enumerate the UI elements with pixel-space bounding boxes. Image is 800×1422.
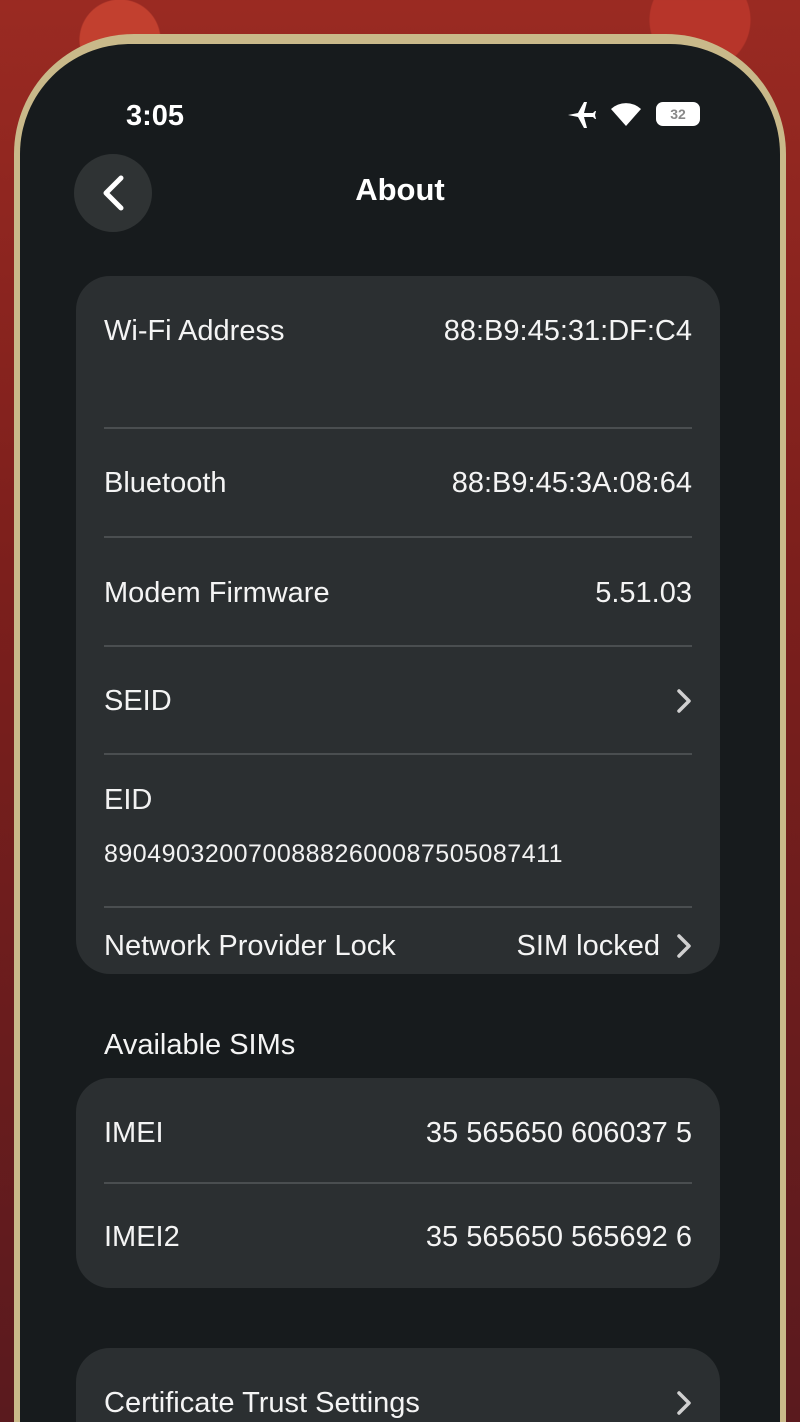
certificate-card: Certificate Trust Settings [76, 1348, 720, 1422]
status-time: 3:05 [126, 100, 185, 132]
page-title: About [355, 172, 445, 207]
row-label: Wi-Fi Address [104, 314, 285, 347]
chevron-right-icon [677, 689, 691, 713]
row-value: 88:B9:45:31:DF:C4 [443, 314, 692, 347]
divider [104, 1182, 692, 1184]
row-value: SIM locked [517, 930, 692, 963]
wifi-icon [611, 103, 641, 126]
row-label: IMEI [104, 1116, 164, 1149]
divider [104, 906, 692, 908]
row-value: 35 565650 565692 6 [425, 1220, 692, 1253]
chevron-right-icon [677, 1391, 691, 1415]
divider [104, 536, 692, 538]
available-sims-header: Available SIMs [104, 1029, 296, 1061]
seid-row[interactable]: SEID [104, 676, 692, 726]
about-info-card: Wi-Fi Address 88:B9:45:31:DF:C4 Bluetoot… [76, 276, 720, 974]
wifi-address-row: Wi-Fi Address 88:B9:45:31:DF:C4 [104, 306, 692, 356]
row-label: Bluetooth [104, 466, 227, 499]
status-bar: 3:05 32 [20, 44, 780, 132]
row-label: SEID [104, 684, 172, 717]
certificate-trust-settings-row[interactable]: Certificate Trust Settings [104, 1378, 692, 1422]
imei2-row: IMEI2 35 565650 565692 6 [104, 1212, 692, 1262]
divider [104, 753, 692, 755]
settings-screen: 3:05 32 About Wi-Fi Address 88:B9:45:31:… [20, 44, 780, 1422]
divider [104, 645, 692, 647]
row-value: 88:B9:45:3A:08:64 [451, 466, 692, 499]
row-value [676, 1390, 692, 1416]
status-icons: 32 [566, 100, 700, 128]
bluetooth-row-content: Bluetooth 88:B9:45:3A:08:64 [104, 458, 692, 508]
network-provider-lock-row[interactable]: Network Provider Lock SIM locked [104, 916, 692, 976]
eid-label: EID [104, 784, 153, 816]
imei-row: IMEI 35 565650 606037 5 [104, 1108, 692, 1158]
row-label: Network Provider Lock [104, 929, 396, 962]
row-label: Certificate Trust Settings [104, 1386, 420, 1419]
row-value: 35 565650 606037 5 [425, 1116, 692, 1149]
modem-firmware-row: Modem Firmware 5.51.03 [104, 568, 692, 618]
row-label: IMEI2 [104, 1220, 180, 1253]
chevron-right-icon [677, 934, 691, 958]
network-lock-status: SIM locked [516, 929, 660, 962]
eid-value: 89049032007008882600087505087411 [104, 840, 564, 868]
battery-icon: 32 [656, 102, 700, 126]
row-value: 5.51.03 [595, 576, 692, 609]
sims-card: IMEI 35 565650 606037 5 IMEI2 35 565650 … [76, 1078, 720, 1288]
airplane-mode-icon [568, 102, 596, 128]
row-value [676, 688, 692, 714]
row-label: Modem Firmware [104, 576, 330, 609]
